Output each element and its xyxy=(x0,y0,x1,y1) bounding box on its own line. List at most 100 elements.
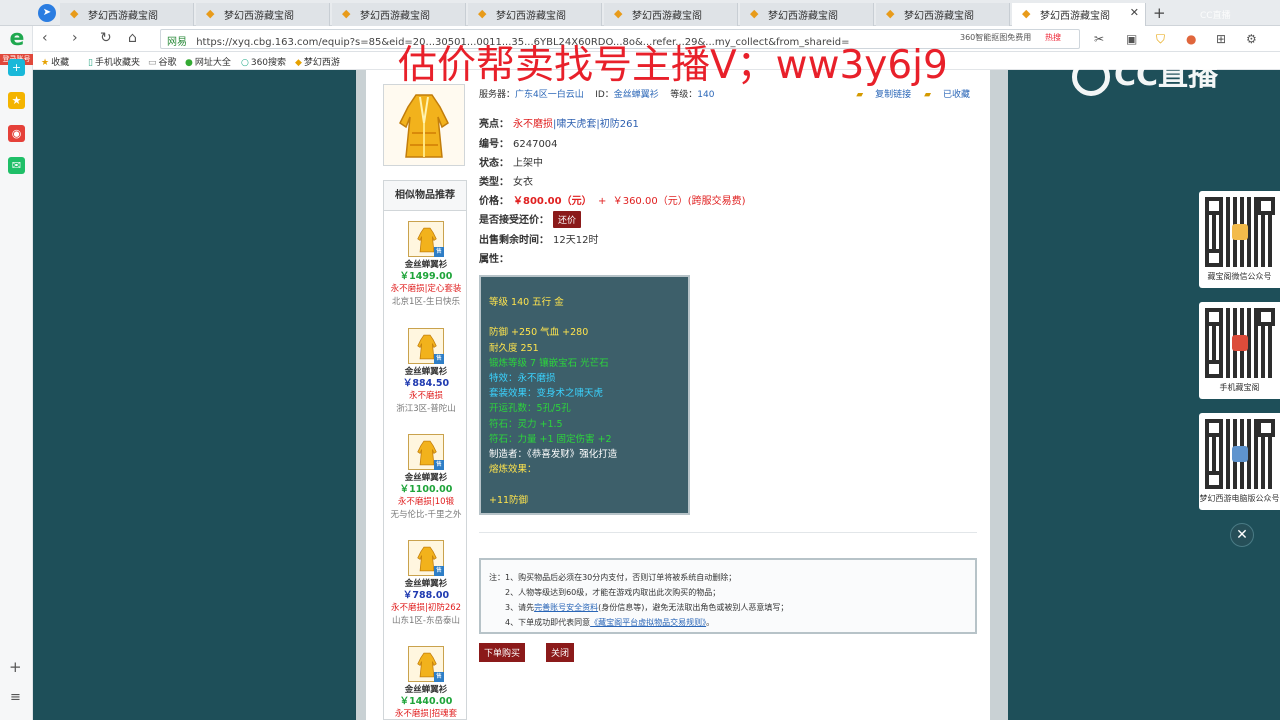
attr-line: +11防御 xyxy=(489,494,529,506)
browser-tab[interactable]: ◆ 梦幻西游藏宝阁 xyxy=(196,3,330,26)
similar-item-name[interactable]: 金丝蝉翼衫 xyxy=(384,684,468,696)
similar-item[interactable]: 售金丝蝉翼衫 ￥884.50 永不磨损 浙江3区-普陀山 xyxy=(384,328,468,415)
tab-manager-icon[interactable]: ➤ xyxy=(38,4,56,22)
highlights-row: 亮点： 永不磨损|啸天虎套|初防261 xyxy=(479,119,639,130)
status-value: 上架中 xyxy=(513,158,543,169)
new-tab-button[interactable]: + xyxy=(1153,4,1166,22)
notice-line: 3、请先完善账号安全资料(身份信息等)，避免无法取出角色或被别人恶意填写； xyxy=(489,600,967,615)
mail-icon[interactable]: ✉ xyxy=(8,157,25,174)
tab-title: 梦幻西游藏宝阁 xyxy=(904,11,974,22)
close-qr-panel-button[interactable]: ✕ xyxy=(1230,523,1254,547)
tab-title: 梦幻西游藏宝阁 xyxy=(496,11,566,22)
hot-search-link[interactable]: 热搜 xyxy=(1045,32,1061,43)
qr-card[interactable]: 手机藏宝阁 xyxy=(1199,302,1280,399)
browser-tab[interactable]: ◆ 梦幻西游藏宝阁 xyxy=(876,3,1010,26)
browser-tab[interactable]: ◆ 梦幻西游藏宝阁 xyxy=(60,3,194,26)
similar-item[interactable]: 售金丝蝉翼衫 ￥788.00 永不磨损|初防262 山东1区-东岳泰山 xyxy=(384,540,468,627)
bookmark-item[interactable]: ◆ 梦幻西游 xyxy=(295,55,340,68)
phone-icon: ▯ xyxy=(88,58,93,68)
qr-code-icon xyxy=(1204,419,1275,489)
similar-item-image[interactable]: 售 xyxy=(408,328,444,364)
browser-tab[interactable]: ◆ 梦幻西游藏宝阁 xyxy=(332,3,466,26)
settings-icon[interactable]: ⚙ xyxy=(1246,32,1257,46)
qr-code-icon xyxy=(1204,308,1275,378)
id-label: ID： xyxy=(595,90,614,100)
qr-card[interactable]: 藏宝阁微信公众号 xyxy=(1199,191,1280,288)
attributes-label: 属性： xyxy=(479,254,509,265)
server-value: 广东4区一白云山 xyxy=(515,90,584,100)
attr-line: 套装效果：变身术之啸天虎 xyxy=(489,388,604,400)
copy-link-button[interactable]: ▰ 复制链接 xyxy=(856,90,911,100)
bookmark-label: 谷歌 xyxy=(158,58,177,68)
close-button[interactable]: 关闭 xyxy=(546,643,575,662)
tab-favicon-icon: ◆ xyxy=(750,7,759,20)
similar-item[interactable]: 售金丝蝉翼衫 ￥1499.00 永不磨损|定心套装 北京1区-生日快乐 xyxy=(384,221,468,308)
id-value: 金丝蝉翼衫 xyxy=(613,90,659,100)
bookmark-item[interactable]: ★ 收藏 xyxy=(41,55,69,68)
similar-item-server: 北京1区-生日快乐 xyxy=(392,296,460,307)
equipment-image xyxy=(383,84,465,166)
tab-favicon-icon: ◆ xyxy=(70,7,79,20)
browser-tab[interactable]: ◆ 梦幻西游藏宝阁 xyxy=(468,3,602,26)
bookmark-item[interactable]: ▭ 谷歌 xyxy=(148,55,177,68)
similar-item[interactable]: 售金丝蝉翼衫 ￥1440.00 永不磨损|招魂套 xyxy=(384,646,468,720)
browser-tab[interactable]: ◆ 梦幻西游藏宝阁 xyxy=(740,3,874,26)
bookmark-item[interactable]: ○ 360搜索 xyxy=(241,55,286,68)
tab-favicon-icon: ◆ xyxy=(886,7,895,20)
browser-tab-active[interactable]: ◆ 梦幻西游藏宝阁 ✕ xyxy=(1012,3,1146,26)
gamepad-icon[interactable]: ● xyxy=(1186,32,1196,46)
tab-favicon-icon: ◆ xyxy=(614,7,623,20)
similar-item-name[interactable]: 金丝蝉翼衫 xyxy=(384,366,468,378)
search-hint-text[interactable]: 360智能抠图免费用 xyxy=(960,32,1031,43)
number-label: 编号： xyxy=(479,139,509,150)
qr-center-logo xyxy=(1231,224,1248,240)
back-icon[interactable]: ‹ xyxy=(42,30,48,46)
plus-circle-icon[interactable]: + xyxy=(8,59,25,76)
similar-item-name[interactable]: 金丝蝉翼衫 xyxy=(384,259,468,271)
similar-item-image[interactable]: 售 xyxy=(408,221,444,257)
similar-item-highlights: 永不磨损|定心套装 xyxy=(390,284,462,295)
highlight-tag: 啸天虎套 xyxy=(556,119,597,130)
trading-rules-link[interactable]: 《藏宝阁平台虚拟物品交易规则》 xyxy=(590,618,706,627)
apps-grid-icon[interactable]: ⊞ xyxy=(1216,32,1226,46)
collected-label: 已收藏 xyxy=(942,90,970,100)
qr-card[interactable]: 梦幻西游电脑版公众号 xyxy=(1199,413,1280,510)
sidebar-menu-icon[interactable]: ≡ xyxy=(10,690,21,705)
extension-icon[interactable]: ▣ xyxy=(1126,32,1137,46)
type-row: 类型： 女衣 xyxy=(479,173,533,188)
qr-center-logo xyxy=(1231,335,1248,351)
home-icon[interactable]: ⌂ xyxy=(128,30,137,46)
notice-text: 3、请先 xyxy=(505,603,535,612)
similar-item-price: ￥1440.00 xyxy=(399,696,453,708)
tab-favicon-icon: ◆ xyxy=(342,7,351,20)
qr-corner xyxy=(1204,249,1223,267)
similar-item[interactable]: 售金丝蝉翼衫 ￥1100.00 永不磨损|10锻 无与伦比-千里之外 xyxy=(384,434,468,521)
close-tab-icon[interactable]: ✕ xyxy=(1130,6,1139,19)
scissors-icon[interactable]: ✂ xyxy=(1094,32,1104,46)
shield-icon[interactable]: ⛉ xyxy=(1156,32,1165,47)
buy-button[interactable]: 下单购买 xyxy=(479,643,526,662)
bookmark-label: 梦幻西游 xyxy=(303,58,340,68)
game-icon: ◆ xyxy=(295,58,302,68)
account-security-link[interactable]: 完善账号安全资料 xyxy=(534,603,598,612)
similar-item-image[interactable]: 售 xyxy=(408,434,444,470)
similar-item-price: ￥1100.00 xyxy=(399,484,453,496)
copy-link-label: 复制链接 xyxy=(875,90,912,100)
on-sale-badge: 售 xyxy=(434,672,444,682)
bookmark-item[interactable]: ▯ 手机收藏夹 xyxy=(88,55,140,68)
weibo-icon[interactable]: ◉ xyxy=(8,125,25,142)
similar-item-name[interactable]: 金丝蝉翼衫 xyxy=(384,578,468,590)
forward-icon[interactable]: › xyxy=(72,30,78,46)
add-sidebar-item-icon[interactable]: + xyxy=(9,658,22,676)
favorites-star-icon[interactable]: ★ xyxy=(8,92,25,109)
similar-item-name[interactable]: 金丝蝉翼衫 xyxy=(384,472,468,484)
counter-offer-button[interactable]: 还价 xyxy=(553,211,582,228)
price-plus: + xyxy=(597,196,607,207)
browser-tab[interactable]: ◆ 梦幻西游藏宝阁 xyxy=(604,3,738,26)
qr-caption: 藏宝阁微信公众号 xyxy=(1207,272,1272,281)
similar-item-image[interactable]: 售 xyxy=(408,540,444,576)
reload-icon[interactable]: ↻ xyxy=(100,30,112,46)
bookmark-item[interactable]: ● 网址大全 xyxy=(185,55,231,68)
similar-item-image[interactable]: 售 xyxy=(408,646,444,682)
collected-button[interactable]: ▰ 已收藏 xyxy=(924,90,970,100)
